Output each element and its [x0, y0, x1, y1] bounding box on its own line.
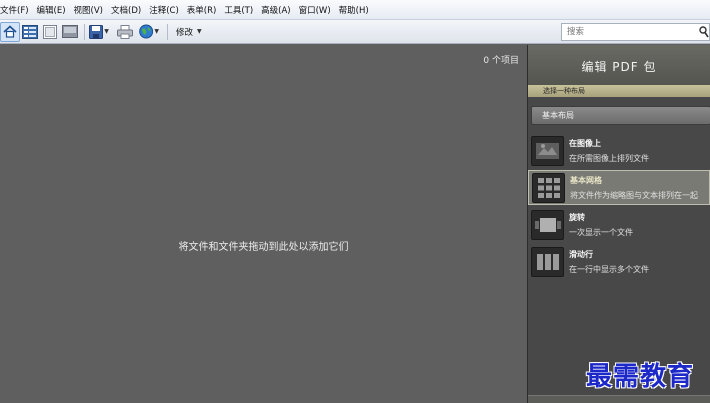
layout-option-title: 基本网格	[570, 175, 602, 185]
menu-document[interactable]: 文档(D)	[108, 4, 144, 16]
layout-type-select[interactable]: 基本布局	[531, 106, 710, 125]
menu-advanced[interactable]: 高级(A)	[258, 4, 293, 16]
layout-option-rotate[interactable]: 旋转 一次显示一个文件	[528, 207, 710, 242]
sliding-row-layout-icon	[531, 246, 564, 277]
toolbar-separator	[167, 23, 168, 40]
home-icon	[3, 25, 17, 38]
layout-option-title: 滑动行	[569, 249, 593, 259]
layout-option-on-image[interactable]: 在图像上 在所需图像上排列文件	[528, 133, 710, 168]
menu-edit[interactable]: 编辑(E)	[34, 4, 69, 16]
home-button[interactable]	[0, 21, 20, 42]
drop-hint: 将文件和文件夹拖动到此处以添加它们	[178, 242, 349, 253]
page-view-icon	[43, 24, 57, 39]
print-button[interactable]	[115, 22, 135, 42]
layout-option-sliding-row[interactable]: 滑动行 在一行中显示多个文件	[528, 244, 710, 279]
layout-option-basic-grid[interactable]: 基本网格 将文件作为缩略图与文本排列在一起	[528, 170, 710, 205]
menu-window[interactable]: 窗口(W)	[296, 4, 334, 16]
page-view-button[interactable]	[40, 22, 60, 42]
choose-layout-label: 选择一种布局	[528, 85, 710, 97]
globe-icon	[139, 24, 154, 39]
chevron-down-icon: ▼	[197, 28, 202, 35]
item-count: 0 个项目	[483, 56, 519, 66]
menu-tools[interactable]: 工具(T)	[221, 4, 256, 16]
print-icon	[117, 24, 133, 39]
menu-view[interactable]: 视图(V)	[71, 4, 106, 16]
toolbar-separator	[84, 23, 85, 40]
layout-option-desc: 将文件作为缩略图与文本排列在一起	[570, 190, 698, 200]
search-icon[interactable]	[699, 26, 709, 41]
image-layout-icon	[531, 135, 564, 166]
layout-option-desc: 在所需图像上排列文件	[569, 153, 649, 163]
save-button[interactable]: ▼	[89, 22, 109, 42]
layout-option-title: 在图像上	[569, 138, 601, 148]
slide-view-icon	[62, 25, 78, 38]
edit-package-panel: 编辑 PDF 包 选择一种布局 基本布局 在图像上 在所需图像上排列文件 基本网…	[527, 45, 710, 403]
layout-option-title: 旋转	[569, 212, 585, 222]
grid-layout-icon	[532, 172, 565, 203]
modify-label: 修改	[176, 27, 194, 38]
layout-list: 在图像上 在所需图像上排列文件 基本网格 将文件作为缩略图与文本排列在一起 旋转…	[528, 133, 710, 279]
chevron-down-icon: ▼	[154, 28, 159, 35]
layout-view-button[interactable]	[20, 22, 40, 42]
panel-footer	[528, 395, 710, 403]
layout-option-desc: 在一行中显示多个文件	[569, 264, 649, 274]
menu-help[interactable]: 帮助(H)	[336, 4, 372, 16]
layout-option-desc: 一次显示一个文件	[569, 227, 633, 237]
rotate-layout-icon	[531, 209, 564, 240]
save-icon	[89, 24, 104, 39]
layout-view-icon	[22, 24, 38, 39]
chevron-down-icon: ▼	[104, 28, 109, 35]
slide-view-button[interactable]	[60, 22, 80, 42]
search-input[interactable]	[561, 23, 710, 41]
toolbar: ▼ ▼ 修改 ▼	[0, 20, 710, 44]
modify-dropdown[interactable]: 修改 ▼	[176, 26, 202, 38]
panel-title: 编辑 PDF 包	[528, 45, 710, 85]
menu-comments[interactable]: 注释(C)	[146, 4, 182, 16]
menu-file[interactable]: 文件(F)	[0, 4, 32, 16]
menu-bar: 文件(F) 编辑(E) 视图(V) 文档(D) 注释(C) 表单(R) 工具(T…	[0, 0, 710, 20]
menu-forms[interactable]: 表单(R)	[184, 4, 220, 16]
watermark: 最需教育	[586, 362, 695, 392]
package-workspace[interactable]: 0 个项目 将文件和文件夹拖动到此处以添加它们	[0, 45, 527, 403]
web-share-button[interactable]: ▼	[139, 22, 159, 42]
